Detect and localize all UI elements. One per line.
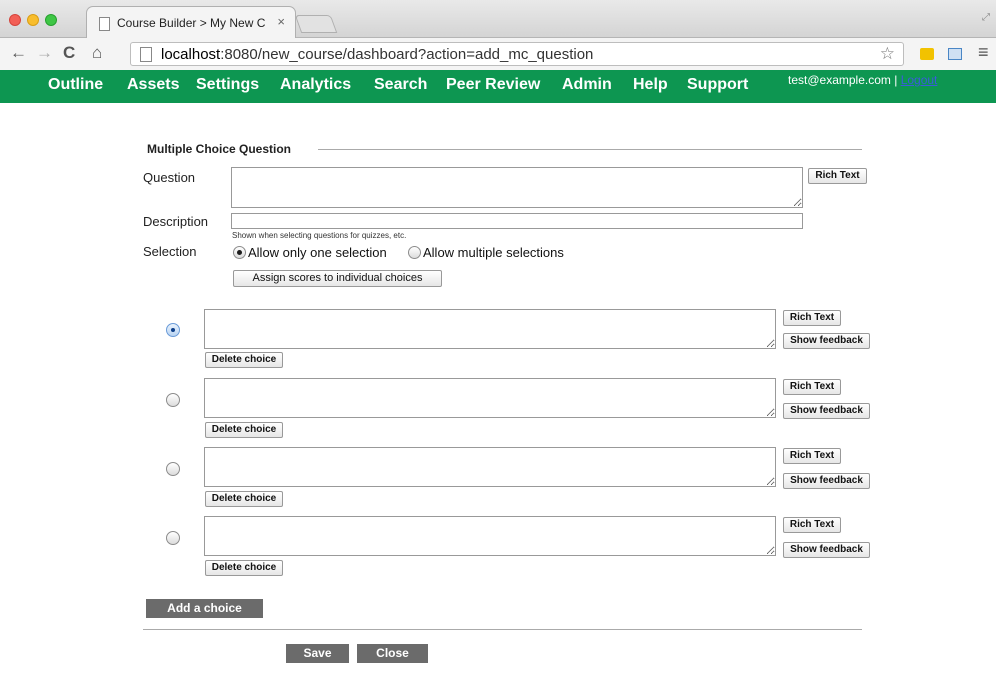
user-email: test@example.com bbox=[788, 73, 891, 87]
minimize-window-button[interactable] bbox=[27, 14, 39, 26]
correct-choice-radio[interactable] bbox=[166, 531, 180, 545]
url-text: localhost:8080/new_course/dashboard?acti… bbox=[161, 46, 594, 63]
close-button[interactable]: Close bbox=[357, 644, 428, 663]
cast-icon[interactable] bbox=[948, 48, 962, 60]
browser-tab-bar: Course Builder > My New C × ⤢ bbox=[0, 0, 996, 38]
nav-support[interactable]: Support bbox=[687, 76, 748, 94]
page-icon bbox=[140, 47, 152, 62]
multiple-selection-label: Allow multiple selections bbox=[423, 245, 564, 260]
add-choice-button[interactable]: Add a choice bbox=[146, 599, 263, 618]
nav-admin[interactable]: Admin bbox=[562, 76, 612, 94]
choice-rich-text-button[interactable]: Rich Text bbox=[783, 517, 841, 533]
delete-choice-button[interactable]: Delete choice bbox=[205, 560, 283, 576]
nav-settings[interactable]: Settings bbox=[196, 76, 259, 94]
choice-rich-text-button[interactable]: Rich Text bbox=[783, 448, 841, 464]
question-textarea[interactable] bbox=[231, 167, 803, 208]
reload-icon[interactable]: C bbox=[63, 43, 75, 63]
correct-choice-radio[interactable] bbox=[166, 393, 180, 407]
question-rich-text-button[interactable]: Rich Text bbox=[808, 168, 867, 184]
nav-assets[interactable]: Assets bbox=[127, 76, 179, 94]
choice-textarea[interactable] bbox=[204, 309, 776, 349]
nav-search[interactable]: Search bbox=[374, 76, 427, 94]
show-feedback-button[interactable]: Show feedback bbox=[783, 403, 870, 419]
single-selection-radio[interactable] bbox=[233, 246, 246, 259]
tab-close-icon[interactable]: × bbox=[277, 14, 285, 29]
home-icon[interactable]: ⌂ bbox=[92, 43, 102, 63]
app-nav-bar: Outline Assets Settings Analytics Search… bbox=[0, 70, 996, 103]
description-input[interactable] bbox=[231, 213, 803, 229]
show-feedback-button[interactable]: Show feedback bbox=[783, 473, 870, 489]
browser-toolbar: ← → C ⌂ localhost:8080/new_course/dashbo… bbox=[0, 38, 996, 70]
menu-icon[interactable]: ≡ bbox=[978, 42, 989, 63]
choice-textarea[interactable] bbox=[204, 378, 776, 418]
delete-choice-button[interactable]: Delete choice bbox=[205, 422, 283, 438]
bookmark-star-icon[interactable]: ☆ bbox=[880, 44, 895, 64]
nav-peer-review[interactable]: Peer Review bbox=[446, 76, 540, 94]
choice-textarea[interactable] bbox=[204, 516, 776, 556]
form-legend: Multiple Choice Question bbox=[147, 142, 292, 156]
description-label: Description bbox=[143, 214, 209, 229]
zoom-window-button[interactable] bbox=[45, 14, 57, 26]
close-window-button[interactable] bbox=[9, 14, 21, 26]
divider bbox=[318, 149, 862, 150]
correct-choice-radio[interactable] bbox=[166, 462, 180, 476]
show-feedback-button[interactable]: Show feedback bbox=[783, 542, 870, 558]
choice-textarea[interactable] bbox=[204, 447, 776, 487]
selection-label: Selection bbox=[143, 244, 197, 259]
multiple-selection-radio[interactable] bbox=[408, 246, 421, 259]
nav-outline[interactable]: Outline bbox=[48, 76, 103, 94]
show-feedback-button[interactable]: Show feedback bbox=[783, 333, 870, 349]
user-info: test@example.com | Logout bbox=[788, 73, 938, 87]
choice-rich-text-button[interactable]: Rich Text bbox=[783, 310, 841, 326]
new-tab-button[interactable] bbox=[294, 15, 338, 33]
nav-help[interactable]: Help bbox=[633, 76, 668, 94]
divider bbox=[143, 629, 862, 630]
choice-rich-text-button[interactable]: Rich Text bbox=[783, 379, 841, 395]
forward-icon[interactable]: → bbox=[36, 43, 53, 63]
question-label: Question bbox=[143, 170, 196, 185]
logout-link[interactable]: Logout bbox=[901, 73, 938, 87]
delete-choice-button[interactable]: Delete choice bbox=[205, 491, 283, 507]
assign-scores-button[interactable]: Assign scores to individual choices bbox=[233, 270, 442, 287]
description-hint: Shown when selecting questions for quizz… bbox=[232, 231, 407, 240]
single-selection-label: Allow only one selection bbox=[248, 245, 387, 260]
tab-title: Course Builder > My New C bbox=[117, 16, 266, 30]
page-icon bbox=[99, 17, 110, 31]
delete-choice-button[interactable]: Delete choice bbox=[205, 352, 283, 368]
browser-tab[interactable]: Course Builder > My New C × bbox=[86, 6, 296, 38]
save-button[interactable]: Save bbox=[286, 644, 349, 663]
back-icon[interactable]: ← bbox=[10, 43, 27, 63]
correct-choice-radio[interactable] bbox=[166, 323, 180, 337]
nav-analytics[interactable]: Analytics bbox=[280, 76, 351, 94]
fullscreen-icon[interactable]: ⤢ bbox=[982, 12, 990, 23]
extension-icon[interactable] bbox=[920, 48, 934, 60]
address-bar[interactable]: localhost:8080/new_course/dashboard?acti… bbox=[130, 42, 904, 66]
